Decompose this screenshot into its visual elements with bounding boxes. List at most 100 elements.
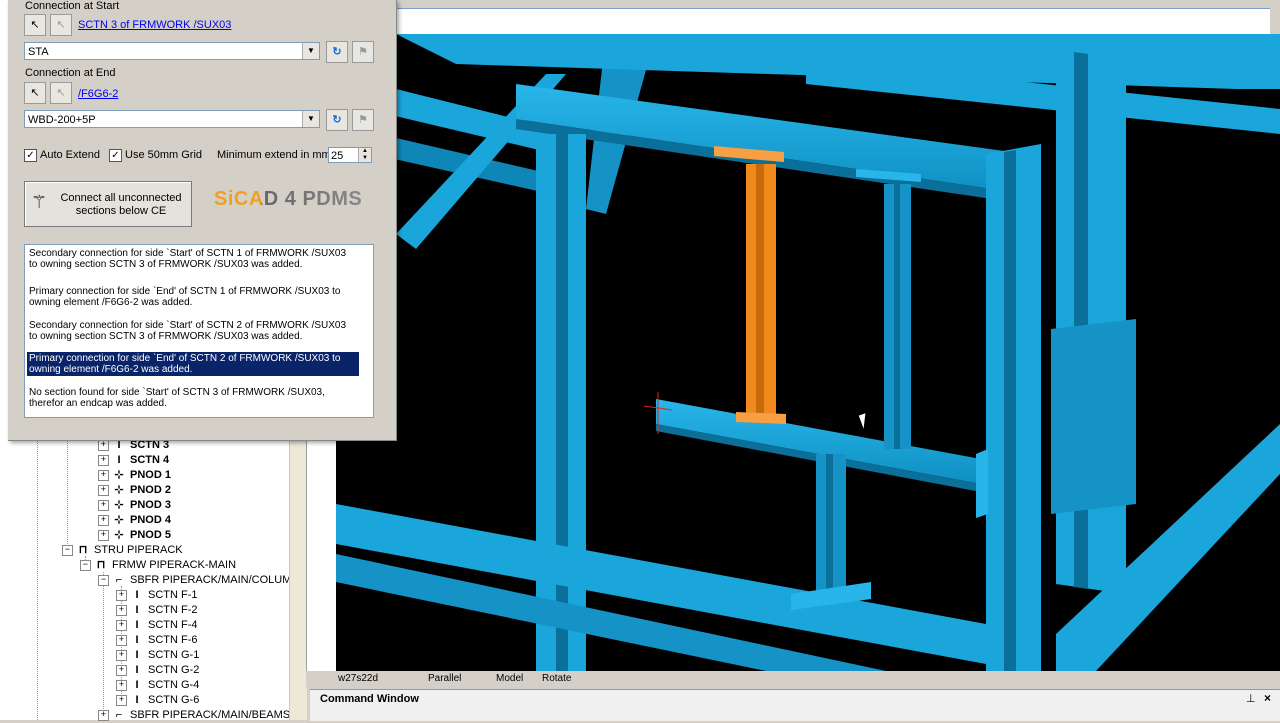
- close-icon[interactable]: ×: [1264, 691, 1271, 705]
- list-item[interactable]: No section found for side `Start' of SCT…: [27, 386, 359, 410]
- expand-icon[interactable]: +: [98, 514, 109, 526]
- tree-item[interactable]: + ⌐ SBFR PIPERACK/MAIN/BEAMS: [98, 708, 290, 723]
- projection-mode: Parallel: [428, 673, 462, 684]
- tree-item[interactable]: + I SCTN 4: [98, 453, 169, 468]
- expand-icon[interactable]: +: [98, 484, 109, 496]
- tree-item[interactable]: + I SCTN F-4: [116, 618, 198, 633]
- node-icon: ⊹: [114, 499, 124, 511]
- tree-item[interactable]: − ⊓ STRU PIPERACK: [62, 543, 183, 558]
- cursor-add-icon: ↖: [30, 19, 40, 31]
- collapse-icon[interactable]: −: [98, 574, 109, 586]
- command-window[interactable]: Command Window ⊥ ×: [310, 689, 1280, 721]
- expand-icon[interactable]: +: [98, 439, 109, 451]
- connection-dialog[interactable]: Connection at Start ↖ ↖ SCTN 3 of FRMWOR…: [8, 0, 397, 441]
- section-icon: I: [135, 619, 139, 631]
- flag-start-button[interactable]: ⚑: [352, 41, 374, 63]
- tree-item[interactable]: + I SCTN F-1: [116, 588, 198, 603]
- auto-extend-checkbox[interactable]: ✓: [24, 149, 37, 162]
- expand-icon[interactable]: +: [98, 499, 109, 511]
- pick-end-button[interactable]: ↖: [24, 82, 46, 104]
- selected-member-web: [756, 164, 764, 417]
- log-scrollbar[interactable]: ▲ ▼: [373, 245, 374, 417]
- section-icon: I: [135, 634, 139, 646]
- expand-icon[interactable]: +: [116, 634, 127, 646]
- connect-all-button[interactable]: ⚚ Connect all unconnected sections below…: [24, 181, 192, 227]
- min-extend-stepper[interactable]: 25 ▲ ▼: [328, 147, 372, 163]
- tree-item[interactable]: + I SCTN F-6: [116, 633, 198, 648]
- end-plate: [976, 449, 988, 518]
- view-mode: Model: [496, 673, 524, 684]
- connection-start-label: Connection at Start: [25, 0, 120, 12]
- expand-icon[interactable]: +: [98, 529, 109, 541]
- list-item-selected[interactable]: Primary connection for side `End' of SCT…: [27, 352, 359, 376]
- column-plate: [1051, 319, 1136, 514]
- expand-icon[interactable]: +: [98, 469, 109, 481]
- expand-icon[interactable]: +: [98, 709, 109, 721]
- viewport-edge: [1270, 8, 1280, 34]
- tree-item[interactable]: + I SCTN G-6: [116, 693, 199, 708]
- expand-icon[interactable]: +: [116, 589, 127, 601]
- sicad-logo: SiCAD 4 PDMS: [214, 188, 362, 211]
- flag-end-button[interactable]: ⚑: [352, 109, 374, 131]
- min-extend-label: Minimum extend in mm: [217, 149, 331, 161]
- use-grid-checkbox[interactable]: ✓: [109, 149, 122, 162]
- viewport-status-bar: w27s22d Parallel Model Rotate: [306, 671, 1280, 687]
- end-type-select[interactable]: WBD-200+5P ▼: [24, 110, 320, 128]
- section-icon: I: [135, 664, 139, 676]
- viewport-header-strip: [396, 8, 1280, 35]
- list-item[interactable]: Secondary connection for side `Start' of…: [27, 319, 359, 354]
- list-item[interactable]: Primary connection for side `End' of SCT…: [27, 285, 359, 309]
- vertical-member-web: [826, 454, 833, 594]
- tree-item[interactable]: − ⊓ FRMW PIPERACK-MAIN: [80, 558, 236, 573]
- expand-icon[interactable]: +: [116, 664, 127, 676]
- expand-icon[interactable]: +: [116, 649, 127, 661]
- tree-item[interactable]: + I SCTN G-2: [116, 663, 199, 678]
- expand-icon[interactable]: +: [98, 454, 109, 466]
- tree-item[interactable]: + ⊹ PNOD 5: [98, 528, 171, 543]
- section-icon: I: [135, 694, 139, 706]
- tree-item[interactable]: + I SCTN G-4: [116, 678, 199, 693]
- command-window-title: Command Window: [320, 693, 419, 705]
- tree-item[interactable]: + ⊹ PNOD 2: [98, 483, 171, 498]
- connection-end-link[interactable]: /F6G6-2: [78, 88, 118, 100]
- start-type-select[interactable]: STA ▼: [24, 42, 320, 60]
- connection-log-list[interactable]: Secondary connection for side `Start' of…: [24, 244, 374, 418]
- chevron-down-icon[interactable]: ▼: [302, 43, 319, 59]
- tree-item[interactable]: + I SCTN G-1: [116, 648, 199, 663]
- clear-start-button[interactable]: ↖: [50, 14, 72, 36]
- 3d-viewport[interactable]: [336, 34, 1280, 671]
- spin-arrows-icon[interactable]: ▲ ▼: [358, 148, 371, 162]
- tree-item[interactable]: + ⊹ PNOD 4: [98, 513, 171, 528]
- view-name: w27s22d: [338, 673, 379, 684]
- pick-start-button[interactable]: ↖: [24, 14, 46, 36]
- chevron-down-icon[interactable]: ▼: [302, 111, 319, 127]
- clear-end-button[interactable]: ↖: [50, 82, 72, 104]
- expand-icon[interactable]: +: [116, 694, 127, 706]
- tree-item[interactable]: + ⊹ PNOD 1: [98, 468, 171, 483]
- collapse-icon[interactable]: −: [80, 559, 91, 571]
- tree-item[interactable]: − ⌐ SBFR PIPERACK/MAIN/COLUMN: [98, 573, 299, 588]
- section-icon: I: [135, 604, 139, 616]
- refresh-start-button[interactable]: ↻: [326, 41, 348, 63]
- expand-icon[interactable]: +: [116, 619, 127, 631]
- navigation-mode: Rotate: [542, 673, 572, 684]
- tree-item[interactable]: + I SCTN F-2: [116, 603, 198, 618]
- logo-text: SiCAD 4 PDMS: [214, 188, 363, 210]
- flag-icon: ⚑: [358, 46, 368, 58]
- cursor-add-icon: ↖: [30, 87, 40, 99]
- collapse-icon[interactable]: −: [62, 544, 73, 556]
- connection-start-link[interactable]: SCTN 3 of FRMWORK /SUX03: [78, 19, 231, 31]
- section-icon: I: [135, 589, 139, 601]
- tree-item[interactable]: + ⊹ PNOD 3: [98, 498, 171, 513]
- pin-icon[interactable]: ⊥: [1246, 692, 1256, 705]
- node-icon: ⊹: [114, 484, 124, 496]
- column-web: [1004, 150, 1016, 671]
- expand-icon[interactable]: +: [116, 679, 127, 691]
- refresh-end-button[interactable]: ↻: [326, 109, 348, 131]
- list-item[interactable]: Secondary connection for side `Start' of…: [27, 247, 359, 271]
- subframe-icon: ⌐: [115, 709, 123, 721]
- 3d-model-render[interactable]: [336, 34, 1280, 671]
- subframe-icon: ⌐: [115, 574, 123, 586]
- expand-icon[interactable]: +: [116, 604, 127, 616]
- vertical-member-web: [894, 184, 900, 449]
